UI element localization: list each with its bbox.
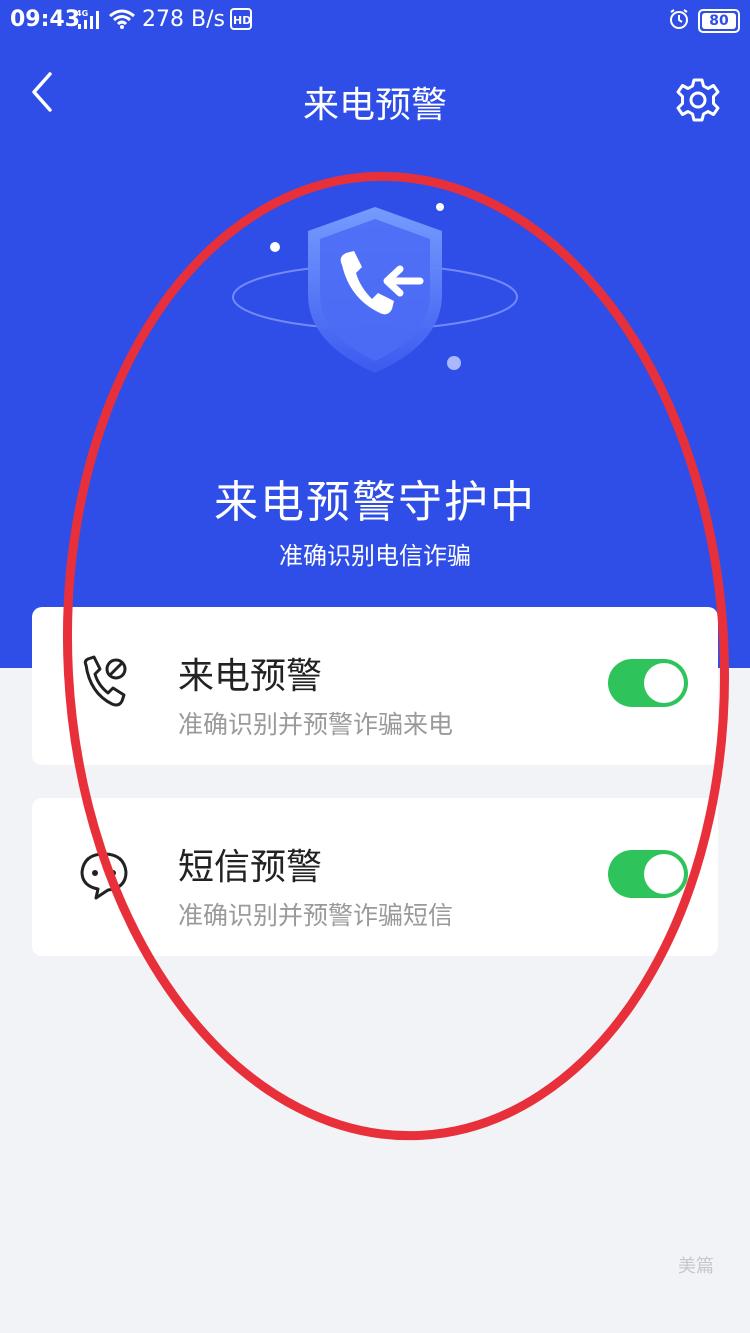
- toggle-knob: [644, 854, 684, 894]
- call-alert-screen: 09:43 4G 278 B/s HD 80 来电预警 来电预警守护中 准确识别…: [0, 0, 750, 1333]
- svg-text:4G: 4G: [76, 9, 88, 18]
- wifi-icon: [108, 8, 136, 36]
- call-alert-card: 来电预警 准确识别并预警诈骗来电: [32, 607, 718, 765]
- shield-phone-illustration: [220, 195, 530, 385]
- phone-block-icon: [76, 653, 132, 713]
- settings-button[interactable]: [674, 76, 722, 124]
- battery-level: 80: [709, 13, 729, 29]
- feature-title: 短信预警: [178, 847, 323, 888]
- sms-alert-card: 短信预警 准确识别并预警诈骗短信: [32, 798, 718, 956]
- gear-icon: [676, 78, 720, 122]
- hd-voice-icon: HD: [230, 8, 252, 36]
- feature-description: 准确识别并预警诈骗短信: [178, 901, 454, 930]
- alarm-icon: [668, 8, 690, 36]
- toggle-knob: [644, 663, 684, 703]
- feature-title: 来电预警: [178, 656, 323, 697]
- battery-indicator: 80: [698, 9, 740, 33]
- watermark: 美篇: [678, 1256, 714, 1277]
- status-bar: 09:43 4G 278 B/s HD 80: [0, 0, 750, 40]
- sms-alert-toggle[interactable]: [608, 850, 688, 898]
- chat-bubble-icon: [76, 844, 132, 904]
- feature-description: 准确识别并预警诈骗来电: [178, 710, 454, 739]
- page-title: 来电预警: [302, 85, 447, 126]
- cellular-signal-icon: 4G: [76, 8, 102, 36]
- status-time: 09:43: [10, 7, 81, 32]
- hero-subtitle: 准确识别电信诈骗: [279, 542, 471, 570]
- network-speed: 278 B/s: [142, 7, 225, 32]
- call-alert-toggle[interactable]: [608, 659, 688, 707]
- svg-text:HD: HD: [233, 14, 251, 27]
- hero-title: 来电预警守护中: [214, 477, 536, 528]
